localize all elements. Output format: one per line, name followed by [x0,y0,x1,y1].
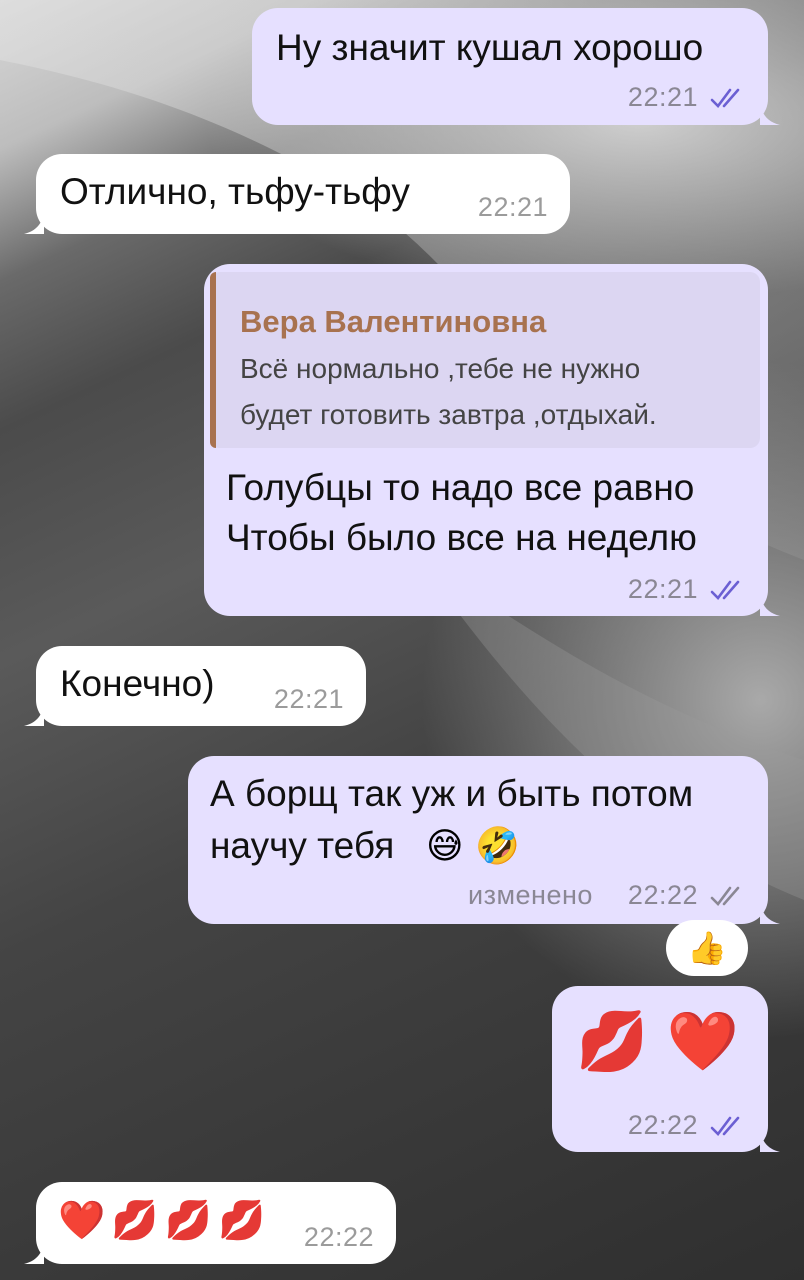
reply-author: Вера Валентиновна [240,304,547,339]
read-receipt-icon [710,580,740,600]
message-bubble-outgoing[interactable]: Ну значит кушал хорошо 22:21 [252,8,780,125]
message-text: Чтобы было все на неделю [226,517,697,558]
reply-quote[interactable]: Вера Валентиновна Всё нормально ,тебе не… [210,272,760,448]
message-time: 22:21 [627,574,698,604]
read-receipt-icon [710,88,740,108]
message-bubble-incoming[interactable]: Конечно) 22:21 [24,646,366,726]
message-bubble-outgoing[interactable]: Вера Валентиновна Всё нормально ,тебе не… [204,264,780,616]
emoji: ❤️💋💋💋 [58,1198,272,1242]
message-text: Отлично, тьфу-тьфу [60,171,410,212]
reply-text-line: Всё нормально ,тебе не нужно [240,353,641,384]
message-time: 22:21 [477,192,548,222]
read-receipt-icon [710,886,740,906]
emoji: 💋 ❤️ [576,1007,739,1075]
message-bubble-incoming[interactable]: Отлично, тьфу-тьфу 22:21 [24,154,570,234]
message-time: 22:22 [627,880,698,910]
reply-text-line: будет готовить завтра ,отдыхай. [240,399,657,430]
message-text: Ну значит кушал хорошо [276,27,704,68]
message-bubble-outgoing[interactable]: А борщ так уж и быть потом научу тебя 😅 … [188,756,780,924]
message-time: 22:21 [273,684,344,714]
message-time: 22:22 [303,1222,374,1252]
reaction-badge[interactable]: 👍 [666,920,748,976]
reply-accent-bar [210,272,216,448]
message-text: Голубцы то надо все равно [226,467,695,508]
message-time: 22:21 [627,82,698,112]
message-text: научу тебя [210,825,395,866]
edited-label: изменено [468,880,593,910]
read-receipt-icon [710,1116,740,1136]
message-bubble-incoming[interactable]: ❤️💋💋💋 22:22 [24,1182,396,1264]
emoji: 😅 🤣 [426,826,520,867]
message-time: 22:22 [627,1110,698,1140]
message-text: Конечно) [60,663,215,704]
thumbs-up-icon: 👍 [687,929,727,967]
message-bubble-outgoing[interactable]: 💋 ❤️ 22:22 [552,986,780,1152]
message-text: А борщ так уж и быть потом [210,773,694,814]
